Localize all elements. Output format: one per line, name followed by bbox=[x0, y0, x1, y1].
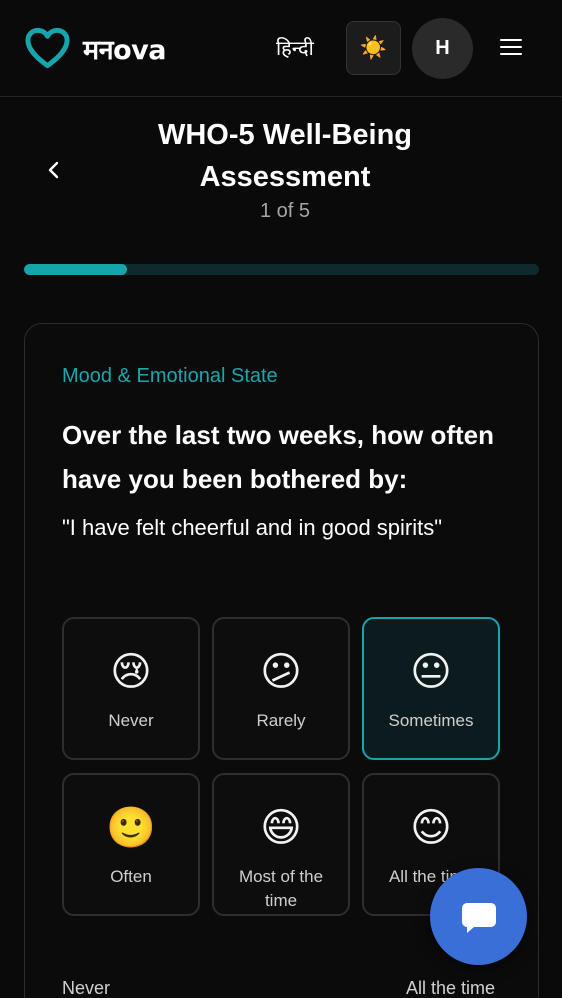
option-label: Sometimes bbox=[388, 711, 474, 730]
question-prompt: Over the last two weeks, how often have … bbox=[62, 420, 494, 494]
language-toggle[interactable]: हिन्दी bbox=[276, 34, 314, 61]
option-label: Never bbox=[108, 711, 154, 730]
step-counter: 1 of 5 bbox=[259, 200, 311, 222]
chat-bubble-icon bbox=[461, 902, 496, 933]
chevron-left-icon[interactable] bbox=[44, 158, 64, 182]
grinning-face-icon: 😄 bbox=[260, 806, 302, 850]
app-header: मनova हिन्दी ☀️ H bbox=[0, 0, 562, 97]
theme-toggle-button[interactable]: ☀️ bbox=[346, 21, 401, 75]
option-label: Rarely bbox=[256, 711, 306, 730]
avatar[interactable]: H bbox=[412, 18, 473, 79]
crying-face-icon: 😢 bbox=[110, 650, 152, 694]
confused-face-icon: 😕 bbox=[260, 650, 302, 694]
smiling-face-icon: 😊 bbox=[410, 806, 452, 850]
heart-logo-icon[interactable] bbox=[24, 26, 71, 70]
option-label: Often bbox=[110, 867, 152, 886]
option-often[interactable]: 🙂 Often bbox=[62, 773, 200, 916]
option-never[interactable]: 😢 Never bbox=[62, 617, 200, 760]
progress-fill bbox=[24, 264, 127, 275]
chat-button[interactable] bbox=[430, 868, 527, 965]
option-sometimes[interactable]: 😐 Sometimes bbox=[362, 617, 500, 760]
slightly-smiling-face-icon: 🙂 bbox=[106, 806, 156, 850]
progress-bar bbox=[24, 264, 539, 275]
brand-name[interactable]: मनova bbox=[83, 30, 167, 67]
option-rarely[interactable]: 😕 Rarely bbox=[212, 617, 350, 760]
scale-max-label: All the time bbox=[406, 978, 496, 998]
question-statement: "I have felt cheerful and in good spirit… bbox=[62, 515, 443, 540]
option-most-of-the-time[interactable]: 😄 Most of the time bbox=[212, 773, 350, 916]
neutral-face-icon: 😐 bbox=[410, 650, 452, 694]
question-category: Mood & Emotional State bbox=[62, 365, 278, 387]
option-label: Most of the time bbox=[238, 867, 324, 910]
scale-min-label: Never bbox=[62, 978, 111, 998]
page-title: WHO-5 Well-Being Assessment bbox=[157, 119, 413, 193]
sun-icon: ☀️ bbox=[359, 35, 388, 60]
hamburger-menu-icon[interactable] bbox=[500, 39, 522, 57]
